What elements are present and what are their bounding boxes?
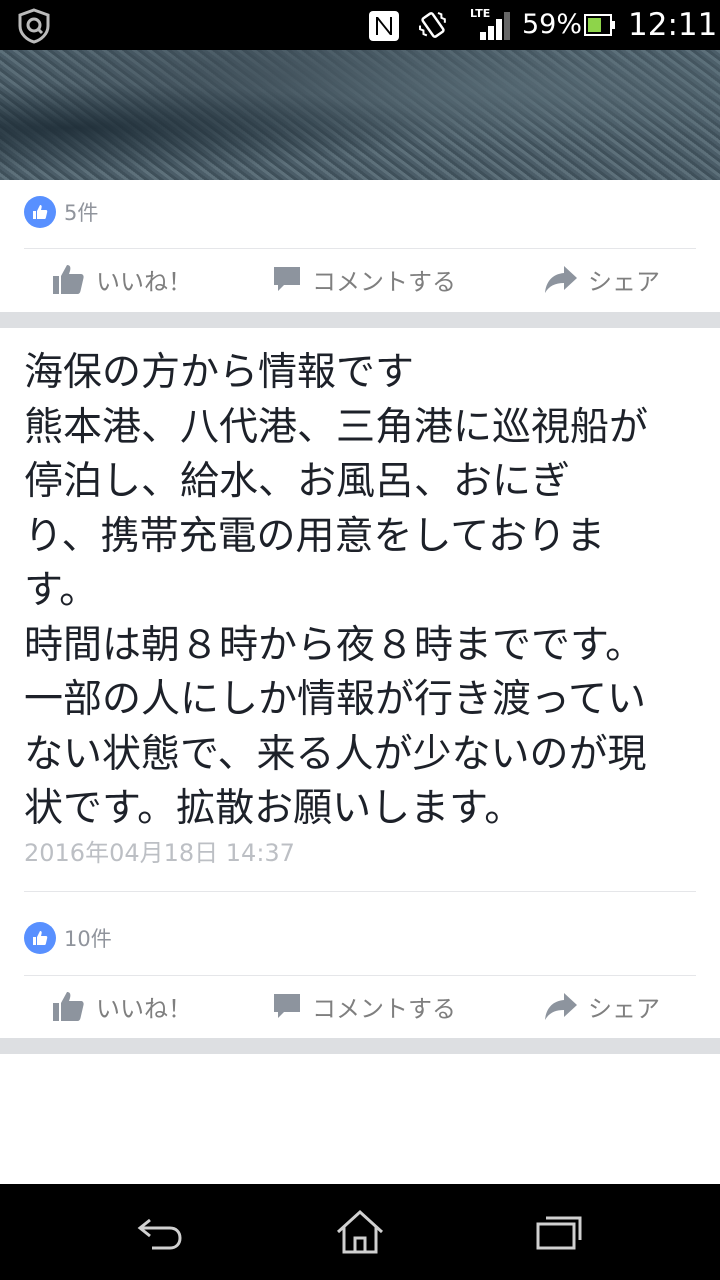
post-photo[interactable] [0,50,720,180]
like-badge-icon [24,196,56,228]
comment-bubble-icon [274,994,300,1018]
recent-apps-icon[interactable] [534,1208,586,1256]
share-button[interactable]: シェア [544,249,660,309]
share-button[interactable]: シェア [544,976,660,1036]
home-icon[interactable] [334,1208,386,1256]
thumbs-up-icon [53,265,84,294]
divider [24,891,696,892]
thumbs-up-icon [53,992,84,1021]
shield-search-icon [18,8,50,44]
vibrate-icon [418,12,446,38]
comment-label: コメントする [312,994,456,1023]
like-button[interactable]: いいね！ [52,249,192,309]
navigation-bar [0,1184,720,1280]
post-card-3[interactable] [0,1054,720,1184]
battery-percent: 59% [522,9,583,40]
back-icon[interactable] [134,1208,186,1256]
like-label: いいね！ [96,267,192,296]
like-badge-icon [24,922,56,954]
like-count-text: 5件 [64,201,99,225]
post-timestamp[interactable]: 2016年04月18日 14:37 [24,833,295,868]
comment-bubble-icon [274,267,300,291]
share-arrow-icon [545,993,577,1020]
clock: 12:11 [628,7,718,43]
battery-icon [584,14,615,36]
post-actions: いいね！ コメントする シェア [0,249,720,309]
post-card-1-footer: 5件 いいね！ コメントする シェア [0,180,720,312]
comment-label: コメントする [312,267,456,296]
share-label: シェア [588,994,660,1023]
like-count[interactable]: 10件 [24,922,112,954]
comment-button[interactable]: コメントする [272,249,456,309]
like-button[interactable]: いいね！ [52,976,192,1036]
comment-button[interactable]: コメントする [272,976,456,1036]
share-arrow-icon [545,266,577,293]
nfc-icon [369,11,399,41]
status-bar: LTE 59% 12:11 [0,0,720,50]
post-actions: いいね！ コメントする シェア [0,976,720,1036]
svg-text:LTE: LTE [470,7,490,20]
post-card-2: 海保の方から情報です 熊本港、八代港、三角港に巡視船が 停泊し、給水、お風呂、お… [0,328,720,1038]
signal-icon: LTE [470,7,510,40]
share-label: シェア [588,267,660,296]
post-body-text: 海保の方から情報です 熊本港、八代港、三角港に巡視船が 停泊し、給水、お風呂、お… [24,350,649,831]
like-label: いいね！ [96,994,192,1023]
like-count[interactable]: 5件 [24,196,98,228]
like-count-text: 10件 [64,927,112,951]
